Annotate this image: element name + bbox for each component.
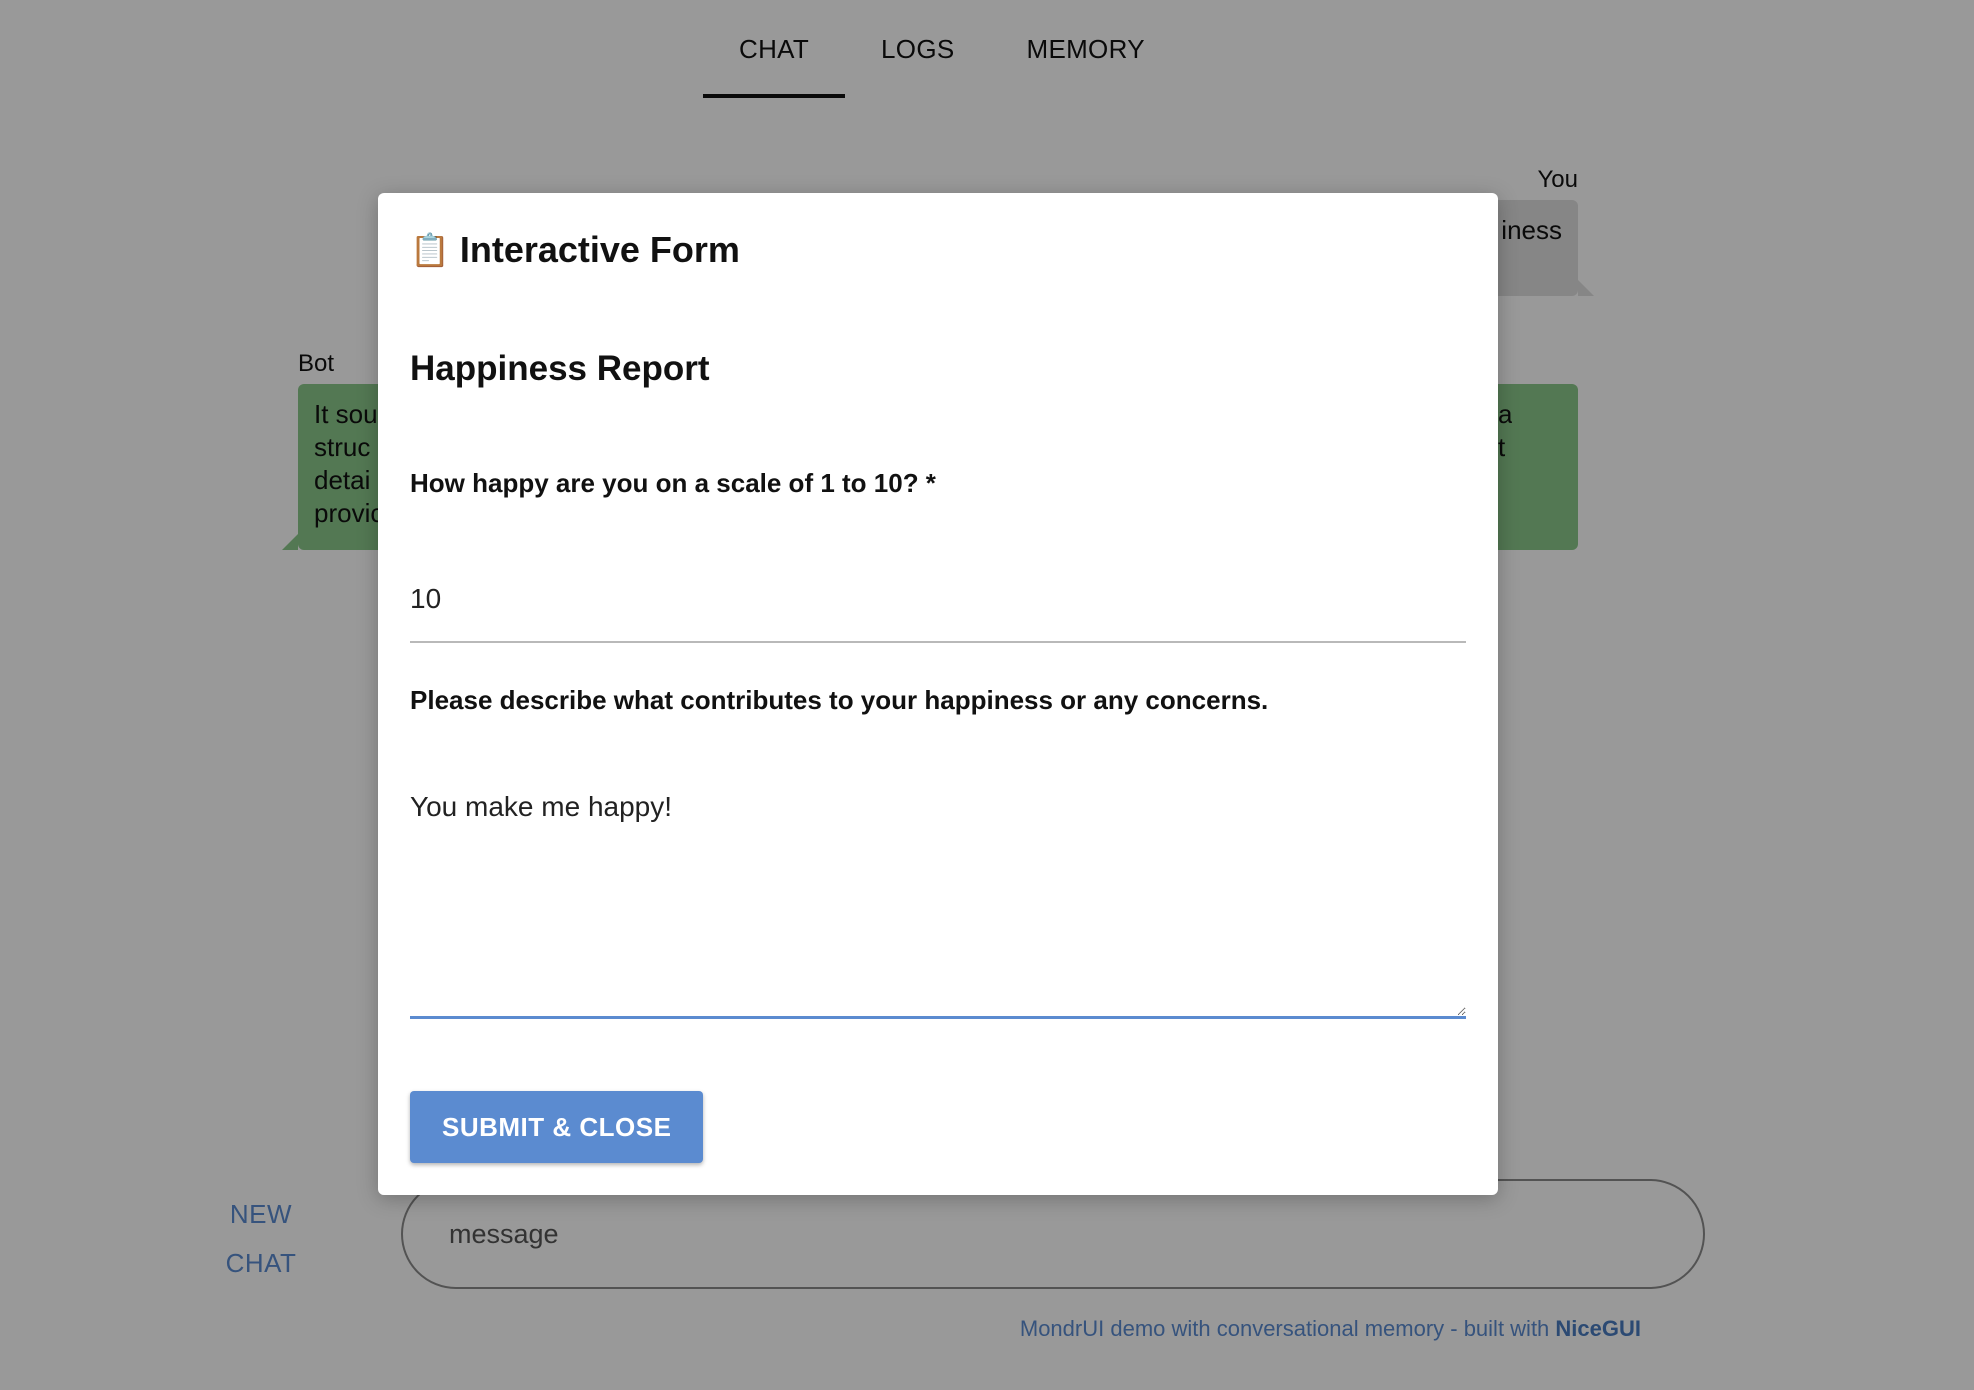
dialog-header: 📋 Interactive Form (410, 229, 740, 271)
happiness-scale-input[interactable] (410, 557, 1466, 643)
clipboard-icon: 📋 (410, 232, 450, 268)
interactive-form-dialog: 📋 Interactive Form Happiness Report How … (378, 193, 1498, 1195)
happiness-description-textarea[interactable]: You make me happy! (410, 773, 1466, 1019)
form-title: Happiness Report (410, 349, 710, 388)
happiness-scale-label: How happy are you on a scale of 1 to 10?… (410, 468, 936, 498)
submit-close-button[interactable]: SUBMIT & CLOSE (410, 1091, 704, 1163)
happiness-description-label: Please describe what contributes to your… (410, 685, 1269, 715)
dialog-title: Interactive Form (459, 229, 740, 270)
